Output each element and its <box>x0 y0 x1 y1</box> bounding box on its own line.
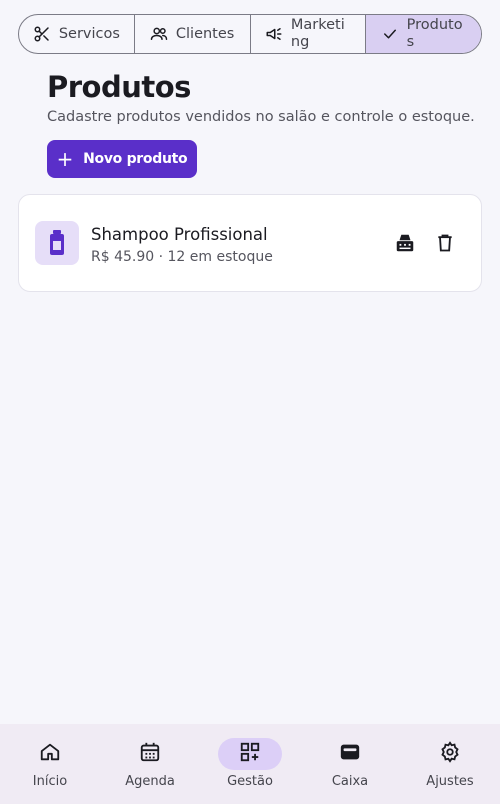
section-segmented-control: Servicos Clientes Marketing Produtos <box>18 14 482 54</box>
nav-item-agenda[interactable]: Agenda <box>100 724 200 804</box>
nav-label: Início <box>32 774 68 789</box>
segment-label: Clientes <box>175 25 235 42</box>
plus-icon: + <box>56 147 74 171</box>
nav-item-caixa[interactable]: Caixa <box>300 724 400 804</box>
product-card[interactable]: Shampoo Profissional R$ 45.90 · 12 em es… <box>18 194 482 292</box>
segment-label: Produtos <box>406 17 463 50</box>
new-product-label: Novo produto <box>83 151 188 167</box>
product-name: Shampoo Profissional <box>91 225 268 244</box>
segment-produtos[interactable]: Produtos <box>366 15 481 53</box>
segment-clientes[interactable]: Clientes <box>135 15 251 53</box>
nav-label: Ajustes <box>426 774 474 789</box>
megaphone-icon <box>265 25 283 43</box>
nav-item-ajustes[interactable]: Ajustes <box>400 724 500 804</box>
page-subtitle: Cadastre produtos vendidos no salão e co… <box>47 109 475 125</box>
gear-icon <box>439 741 461 767</box>
calendar-icon <box>139 741 161 767</box>
product-price-stock: R$ 45.90 · 12 em estoque <box>91 249 273 265</box>
bottle-icon <box>35 221 79 265</box>
nav-item-gestao[interactable]: Gestão <box>200 724 300 804</box>
nav-label: Agenda <box>125 774 175 789</box>
page-title: Produtos <box>47 70 191 104</box>
nav-label: Gestão <box>227 774 273 789</box>
inventory-icon[interactable] <box>393 231 417 255</box>
delete-icon[interactable] <box>433 231 457 255</box>
segment-marketing[interactable]: Marketing <box>251 15 367 53</box>
check-icon <box>381 25 399 43</box>
segment-label: Servicos <box>58 25 120 42</box>
nav-label: Caixa <box>331 774 369 789</box>
dashboard-add-icon <box>239 741 261 767</box>
people-icon <box>150 25 168 43</box>
segment-servicos[interactable]: Servicos <box>19 15 135 53</box>
wallet-icon <box>339 741 361 767</box>
segment-label: Marketing <box>290 17 345 50</box>
new-product-button[interactable]: + Novo produto <box>47 140 197 178</box>
scissors-icon <box>33 25 51 43</box>
bottom-navigation: Início Agenda Gestão Caixa Ajustes <box>0 724 500 804</box>
nav-item-inicio[interactable]: Início <box>0 724 100 804</box>
home-icon <box>39 741 61 767</box>
